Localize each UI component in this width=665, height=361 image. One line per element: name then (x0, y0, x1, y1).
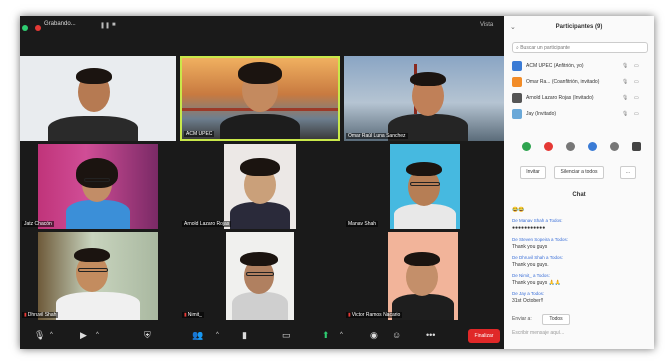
video-tile[interactable]: Manav Shah (344, 144, 504, 229)
video-tile[interactable]: ▮Nimit_ (180, 232, 340, 320)
chat-message-input[interactable]: Escribir mensaje aquí... (512, 330, 648, 336)
participant-row[interactable]: Arnold Lazaro Rojas (Invitado) 🎙 ▭ (512, 92, 652, 106)
chevron-up-icon[interactable]: ^ (96, 332, 99, 338)
mic-icon[interactable]: 🎙 (622, 63, 628, 69)
chat-message: 😂😂 (512, 207, 525, 213)
participant-name: ACM UPEC (184, 131, 215, 137)
video-tile[interactable]: ▮Dhruvil Shah (20, 232, 176, 320)
avatar (512, 77, 522, 87)
recording-label: Grabando... (44, 21, 76, 27)
participant-label: Arnold Lazaro Rojas (Invitado) (526, 95, 594, 101)
chat-sender: De Jay a Todos: (512, 291, 545, 296)
video-tile[interactable]: ACM UPEC (180, 56, 340, 141)
avatar (512, 109, 522, 119)
chat-sender: De Steven Sopeira a Todos: (512, 237, 568, 242)
video-tile[interactable] (20, 56, 176, 141)
participant-row[interactable]: Omar Ra... (Coanfitrión, invitado) 🎙 ▭ (512, 76, 652, 90)
stop-recording-button[interactable]: ■ (112, 22, 116, 28)
mute-all-button[interactable]: Silenciar a todos (554, 166, 604, 179)
chevron-up-icon[interactable]: ^ (340, 332, 343, 338)
camera-icon[interactable]: ▭ (634, 111, 639, 117)
invite-button[interactable]: Invitar (520, 166, 546, 179)
participant-name: Arnold Lazaro Rojas (182, 221, 232, 227)
participant-row[interactable]: ACM UPEC (Anfitrión, yo) 🎙 ▭ (512, 60, 652, 74)
security-icon[interactable]: ⛨ (144, 330, 151, 341)
chat-icon[interactable]: ▭ (282, 330, 291, 341)
chevron-up-icon[interactable]: ^ (50, 332, 53, 338)
end-meeting-button[interactable]: Finalizar (468, 329, 500, 343)
chat-message: Thank you guys (512, 244, 548, 250)
participant-search-input[interactable]: ⌕ Buscar un participante (512, 42, 648, 53)
raise-hand-icon[interactable] (632, 142, 641, 151)
video-tile[interactable]: Omar Raúl Luna Sanchez (344, 56, 504, 141)
microphone-icon[interactable]: 🎙 (34, 330, 45, 341)
chat-message: ●●●●●●●●●●● (512, 225, 546, 231)
meeting-toolbar: 🎙 ^ ▶ ^ ⛨ 👥 ^ ▮ ▭ ⬆ ^ ◉ ☺ ••• Finalizar (20, 324, 504, 349)
reaction-slower-icon[interactable] (566, 142, 575, 151)
poll-icon[interactable]: ▮ (242, 330, 247, 341)
send-to-select[interactable]: Todos (542, 314, 570, 325)
mic-icon[interactable]: 🎙 (622, 111, 628, 117)
send-to-label: Enviar a: (512, 316, 532, 322)
video-area: Grabando... ❚❚ ■ Vista ACM UPEC Omar Raú… (20, 16, 504, 349)
participant-name: ▮Victor Ramos Nacario (346, 312, 403, 318)
video-tile[interactable]: Jatz Chacón (20, 144, 176, 229)
participants-icon[interactable]: 👥 (192, 330, 203, 341)
chat-message: 31st October!! (512, 298, 544, 304)
avatar (512, 93, 522, 103)
camera-icon[interactable]: ▭ (634, 95, 639, 101)
reaction-more-icon[interactable] (610, 142, 619, 151)
participant-name: ▮Dhruvil Shah (22, 312, 59, 318)
reaction-faster-icon[interactable] (588, 142, 597, 151)
window-close-dot[interactable] (22, 25, 28, 31)
chat-sender: De Manav Shah a Todos: (512, 218, 563, 223)
chat-message: Thank you guys 🙏🙏 (512, 280, 562, 286)
participant-row[interactable]: Jay (Invitado) 🎙 ▭ (512, 108, 652, 122)
zoom-window: Grabando... ❚❚ ■ Vista ACM UPEC Omar Raú… (20, 16, 654, 349)
chat-sender: De Dhruvil Shah a Todos: (512, 255, 563, 260)
participant-name: Jatz Chacón (22, 221, 54, 227)
reactions-icon[interactable]: ☺ (392, 330, 401, 340)
avatar (512, 61, 522, 71)
chat-title: Chat (572, 192, 586, 198)
camera-icon[interactable]: ▭ (634, 79, 639, 85)
share-screen-icon[interactable]: ⬆ (322, 330, 330, 341)
participants-chat-panel: ⌄ Participantes (9) ⌕ Buscar un particip… (504, 16, 654, 349)
recording-indicator-icon (35, 25, 41, 31)
chat-message: Thank you guys. (512, 262, 549, 268)
chat-sender: De Nimit_ a Todos: (512, 273, 550, 278)
participant-label: Omar Ra... (Coanfitrión, invitado) (526, 79, 600, 85)
reaction-no-icon[interactable] (544, 142, 553, 151)
participant-name: ▮Nimit_ (182, 312, 204, 318)
mic-icon[interactable]: 🎙 (622, 79, 628, 85)
video-tile[interactable]: Arnold Lazaro Rojas (180, 144, 340, 229)
participant-name: Omar Raúl Luna Sanchez (346, 133, 408, 139)
more-icon[interactable]: ••• (426, 330, 435, 340)
more-options-button[interactable]: ... (620, 166, 636, 179)
video-tile[interactable]: ▮Victor Ramos Nacario (344, 232, 504, 320)
participant-label: Jay (Invitado) (526, 111, 557, 117)
participants-title: Participantes (9) (555, 24, 603, 30)
participant-label: ACM UPEC (Anfitrión, yo) (526, 63, 584, 69)
camera-icon[interactable]: ▭ (634, 63, 639, 69)
participant-name: Manav Shah (346, 221, 379, 227)
meeting-topbar: Grabando... ❚❚ ■ Vista (20, 16, 504, 38)
reaction-yes-icon[interactable] (522, 142, 531, 151)
mic-icon[interactable]: 🎙 (622, 95, 628, 101)
view-button[interactable]: Vista (480, 22, 493, 28)
record-icon[interactable]: ◉ (370, 330, 378, 341)
chevron-up-icon[interactable]: ^ (216, 332, 219, 338)
camera-icon[interactable]: ▶ (80, 330, 87, 341)
pause-recording-button[interactable]: ❚❚ (100, 22, 110, 29)
